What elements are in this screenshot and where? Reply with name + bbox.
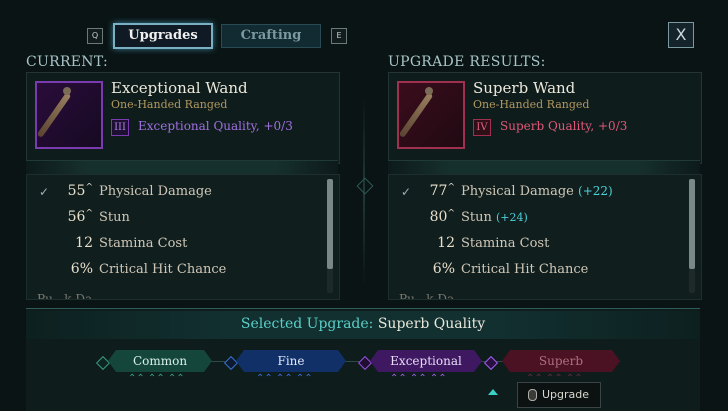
stat-value: 12 xyxy=(75,235,93,251)
tier-diamond-icon xyxy=(357,355,373,371)
stat-bonus: (+24) xyxy=(496,211,528,224)
stat-label: Physical Damage xyxy=(99,184,212,199)
tier-chevron-icon: ⌃⌃ ⌃⌃ ⌃⌃ xyxy=(256,373,313,384)
tier-chevron-icon: ⌃⌃ ⌃⌃ ⌃⌃ xyxy=(390,373,447,384)
result-tier-badge: IV xyxy=(473,119,491,136)
upgrade-tooltip[interactable]: Upgrade xyxy=(517,382,601,408)
close-button[interactable]: X xyxy=(668,22,694,48)
stat-value: 6% xyxy=(432,261,455,277)
stat-row: 55^ Physical Damage xyxy=(27,181,339,203)
tab-crafting[interactable]: Crafting xyxy=(221,24,321,48)
result-heading: UPGRADE RESULTS: xyxy=(388,54,546,70)
tier-exceptional[interactable]: Exceptional xyxy=(370,350,482,372)
current-item-panel: Exceptional Wand One-Handed Ranged III E… xyxy=(26,72,340,164)
stat-value: 6% xyxy=(70,261,93,277)
stat-label: Critical Hit Chance xyxy=(99,262,227,277)
selected-upgrade-value: Superb Quality xyxy=(377,316,486,332)
stat-label: Stamina Cost xyxy=(461,236,550,251)
stat-value: 77 xyxy=(429,183,448,199)
tier-fine[interactable]: Fine xyxy=(236,350,346,372)
selected-upgrade-prefix: Selected Upgrade: xyxy=(240,316,374,332)
result-quality: Superb Quality, +0/3 xyxy=(500,119,628,133)
tier-chevron-icon: ⌃⌃ ⌃⌃ ⌃⌃ xyxy=(128,373,185,384)
selected-upgrade: Selected Upgrade: Superb Quality xyxy=(26,316,700,332)
result-stats-list: ✓ 77^ Physical Damage (+22) 80^ Stun (+2… xyxy=(388,174,702,300)
stat-value: 12 xyxy=(437,235,455,251)
stat-up-icon: ^ xyxy=(447,209,455,219)
current-heading: CURRENT: xyxy=(26,54,109,70)
prev-tab-key[interactable]: Q xyxy=(87,28,103,44)
wand-icon xyxy=(36,83,101,147)
stat-row: 77^ Physical Damage (+22) xyxy=(389,181,701,203)
current-stats-scrollbar[interactable] xyxy=(327,179,333,293)
wand-icon xyxy=(398,83,463,147)
scrollbar-thumb[interactable] xyxy=(689,179,695,269)
result-item-icon-frame[interactable] xyxy=(397,81,465,149)
result-item-type: One-Handed Ranged xyxy=(473,98,590,111)
tier-common[interactable]: Common xyxy=(108,350,212,372)
selection-pointer-icon xyxy=(488,389,498,395)
stat-label: Physical Damage (+22) xyxy=(461,184,613,199)
result-item-name: Superb Wand xyxy=(473,79,576,97)
stat-value: 56 xyxy=(67,209,86,225)
stat-row: 12 Stamina Cost xyxy=(389,233,701,255)
stat-row: 80^ Stun (+24) xyxy=(389,207,701,229)
stat-label: Stun xyxy=(99,210,130,225)
current-item-type: One-Handed Ranged xyxy=(111,98,228,111)
current-item-name: Exceptional Wand xyxy=(111,79,248,97)
tier-diamond-icon xyxy=(223,355,239,371)
current-tier-badge: III xyxy=(111,119,129,136)
tab-upgrades[interactable]: Upgrades xyxy=(113,23,213,49)
stat-row: 6% Critical Hit Chance xyxy=(389,259,701,281)
stat-up-icon: ^ xyxy=(85,183,93,193)
tier-diamond-icon xyxy=(95,355,111,371)
result-stats-scrollbar[interactable] xyxy=(689,179,695,293)
stat-bonus: (+22) xyxy=(578,184,613,198)
stat-row-cutoff: Pu...k Da... xyxy=(37,292,104,300)
stat-label: Critical Hit Chance xyxy=(461,262,589,277)
stat-row: 6% Critical Hit Chance xyxy=(27,259,339,281)
current-item-icon-frame[interactable] xyxy=(35,81,103,149)
upgrade-tooltip-label: Upgrade xyxy=(542,388,590,401)
stat-label: Stun (+24) xyxy=(461,210,528,225)
stat-row: 56^ Stun xyxy=(27,207,339,229)
tier-diamond-icon xyxy=(483,355,499,371)
stat-row: 12 Stamina Cost xyxy=(27,233,339,255)
scrollbar-thumb[interactable] xyxy=(327,179,333,269)
tier-superb[interactable]: Superb xyxy=(502,350,620,372)
stat-up-icon: ^ xyxy=(85,209,93,219)
stat-value: 80 xyxy=(429,209,448,225)
current-stats-list: ✓ 55^ Physical Damage 56^ Stun 12 Stamin… xyxy=(26,174,340,300)
next-tab-key[interactable]: E xyxy=(331,28,347,44)
current-quality: Exceptional Quality, +0/3 xyxy=(138,119,293,133)
result-item-panel: Superb Wand One-Handed Ranged IV Superb … xyxy=(388,72,702,164)
stat-up-icon: ^ xyxy=(447,183,455,193)
stat-row-cutoff: Pu...k Da... xyxy=(399,292,466,300)
center-ornament xyxy=(356,96,374,286)
stat-value: 55 xyxy=(67,183,86,199)
stat-label: Stamina Cost xyxy=(99,236,188,251)
mouse-icon xyxy=(528,389,537,401)
